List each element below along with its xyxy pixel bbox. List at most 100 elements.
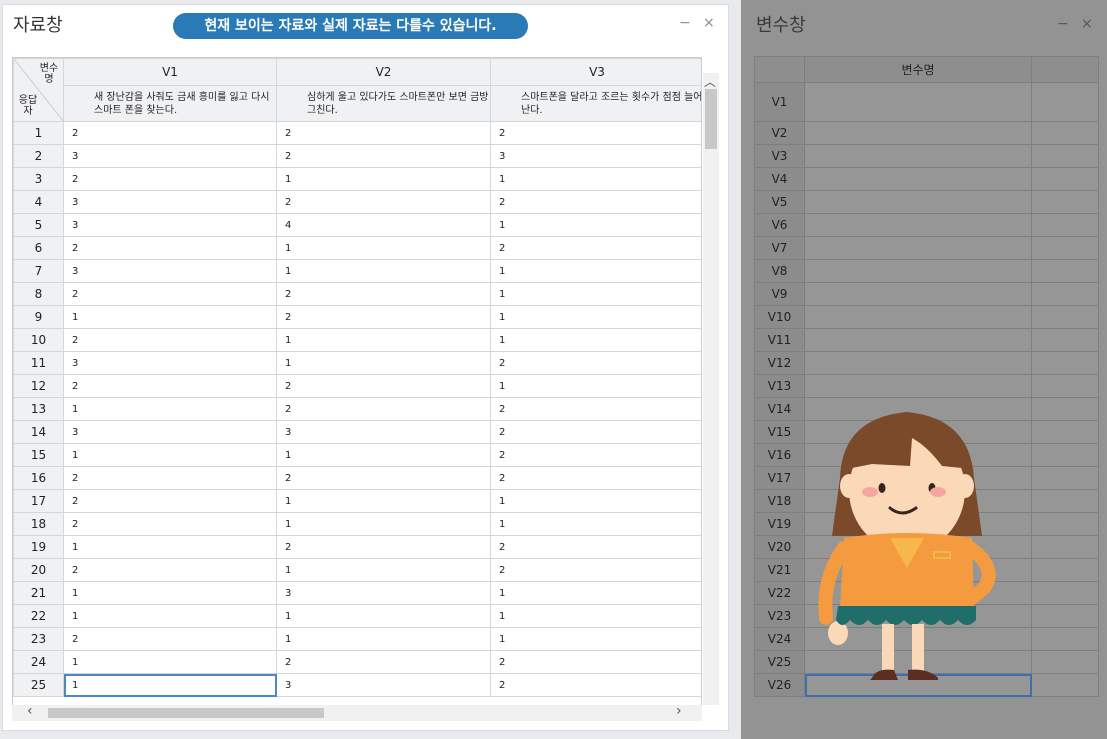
row-number[interactable]: 6 (13, 236, 64, 260)
row-number[interactable]: 3 (13, 167, 64, 191)
variable-extra-cell[interactable] (1031, 558, 1099, 582)
data-cell[interactable]: 3 (63, 213, 277, 237)
data-cell[interactable]: 2 (63, 167, 277, 191)
data-cell[interactable]: 2 (63, 489, 277, 513)
data-cell[interactable]: 2 (276, 144, 491, 168)
data-cell[interactable]: 1 (276, 351, 491, 375)
variable-extra-cell[interactable] (1031, 328, 1099, 352)
column-header-v1[interactable]: V1 (63, 58, 277, 86)
variable-extra-cell[interactable] (1031, 627, 1099, 651)
variable-name-cell[interactable] (804, 374, 1032, 398)
close-button[interactable]: × (1081, 17, 1093, 31)
data-cell[interactable]: 2 (490, 351, 701, 375)
data-cell[interactable]: 1 (490, 167, 701, 191)
variable-extra-cell[interactable] (1031, 673, 1099, 697)
column-header-v2[interactable]: V2 (276, 58, 491, 86)
variable-extra-cell[interactable] (1031, 581, 1099, 605)
data-cell[interactable]: 1 (276, 627, 491, 651)
data-cell[interactable]: 1 (276, 512, 491, 536)
data-cell[interactable]: 1 (490, 305, 701, 329)
vertical-scroll-thumb[interactable] (705, 89, 717, 149)
row-number[interactable]: 4 (13, 190, 64, 214)
row-number[interactable]: 7 (13, 259, 64, 283)
row-number[interactable]: 5 (13, 213, 64, 237)
row-number[interactable]: 1 (13, 121, 64, 145)
data-cell[interactable]: 3 (63, 190, 277, 214)
row-number[interactable]: 12 (13, 374, 64, 398)
variable-extra-cell[interactable] (1031, 121, 1099, 145)
data-cell[interactable]: 2 (276, 535, 491, 559)
chevron-up-icon[interactable]: ︿ (704, 73, 716, 90)
row-number[interactable]: 25 (13, 673, 64, 697)
data-cell[interactable]: 1 (490, 604, 701, 628)
variable-extra-cell[interactable] (1031, 420, 1099, 444)
variable-extra-cell[interactable] (1031, 650, 1099, 674)
variable-name-cell[interactable] (804, 282, 1032, 306)
data-cell[interactable]: 1 (276, 558, 491, 582)
data-cell[interactable]: 2 (490, 420, 701, 444)
variable-extra-cell[interactable] (1031, 512, 1099, 536)
data-cell[interactable]: 3 (490, 144, 701, 168)
variable-name-cell[interactable] (804, 213, 1032, 237)
row-number[interactable]: 19 (13, 535, 64, 559)
row-number[interactable]: 21 (13, 581, 64, 605)
data-cell[interactable]: 2 (490, 558, 701, 582)
row-number[interactable]: 13 (13, 397, 64, 421)
row-number[interactable]: 16 (13, 466, 64, 490)
data-cell[interactable]: 1 (63, 604, 277, 628)
data-cell[interactable]: 1 (63, 443, 277, 467)
variable-name-cell[interactable] (804, 236, 1032, 260)
variable-extra-cell[interactable] (1031, 236, 1099, 260)
data-cell[interactable]: 1 (490, 512, 701, 536)
data-cell[interactable]: 2 (276, 397, 491, 421)
data-cell[interactable]: 3 (276, 420, 491, 444)
variable-name-cell[interactable] (804, 305, 1032, 329)
data-cell[interactable]: 2 (490, 673, 701, 697)
horizontal-scroll-thumb[interactable] (48, 708, 324, 718)
variable-name-cell[interactable] (804, 328, 1032, 352)
data-cell[interactable]: 2 (276, 305, 491, 329)
row-number[interactable]: 15 (13, 443, 64, 467)
variable-extra-cell[interactable] (1031, 82, 1099, 122)
data-cell[interactable]: 2 (490, 466, 701, 490)
data-cell[interactable]: 1 (63, 581, 277, 605)
data-cell[interactable]: 2 (63, 328, 277, 352)
data-cell[interactable]: 2 (63, 282, 277, 306)
data-cell[interactable]: 1 (63, 535, 277, 559)
row-number[interactable]: 11 (13, 351, 64, 375)
data-cell[interactable]: 2 (63, 466, 277, 490)
variable-extra-cell[interactable] (1031, 213, 1099, 237)
data-cell[interactable]: 3 (63, 351, 277, 375)
data-cell[interactable]: 3 (276, 673, 491, 697)
data-cell[interactable]: 2 (63, 558, 277, 582)
row-number[interactable]: 10 (13, 328, 64, 352)
minimize-button[interactable]: − (679, 16, 691, 30)
variable-extra-cell[interactable] (1031, 190, 1099, 214)
data-cell[interactable]: 3 (276, 581, 491, 605)
data-cell[interactable]: 2 (276, 190, 491, 214)
row-number[interactable]: 22 (13, 604, 64, 628)
variable-name-cell[interactable] (804, 167, 1032, 191)
data-cell[interactable]: 3 (63, 259, 277, 283)
variable-extra-cell[interactable] (1031, 144, 1099, 168)
variable-name-cell[interactable] (804, 190, 1032, 214)
data-cell[interactable]: 2 (276, 121, 491, 145)
variable-extra-cell[interactable] (1031, 489, 1099, 513)
data-cell[interactable]: 1 (276, 236, 491, 260)
data-cell[interactable]: 2 (276, 466, 491, 490)
data-cell[interactable]: 1 (63, 673, 277, 697)
data-cell[interactable]: 1 (276, 604, 491, 628)
variable-name-cell[interactable] (804, 82, 1032, 122)
data-cell[interactable]: 2 (490, 443, 701, 467)
data-cell[interactable]: 2 (63, 627, 277, 651)
row-number[interactable]: 24 (13, 650, 64, 674)
data-cell[interactable]: 1 (276, 443, 491, 467)
row-number[interactable]: 17 (13, 489, 64, 513)
row-number[interactable]: 23 (13, 627, 64, 651)
chevron-left-icon[interactable]: ‹ (27, 703, 33, 719)
variable-name-cell[interactable] (804, 144, 1032, 168)
data-cell[interactable]: 1 (490, 627, 701, 651)
data-cell[interactable]: 1 (490, 213, 701, 237)
vertical-scrollbar[interactable]: ︿ (703, 73, 719, 705)
data-cell[interactable]: 4 (276, 213, 491, 237)
